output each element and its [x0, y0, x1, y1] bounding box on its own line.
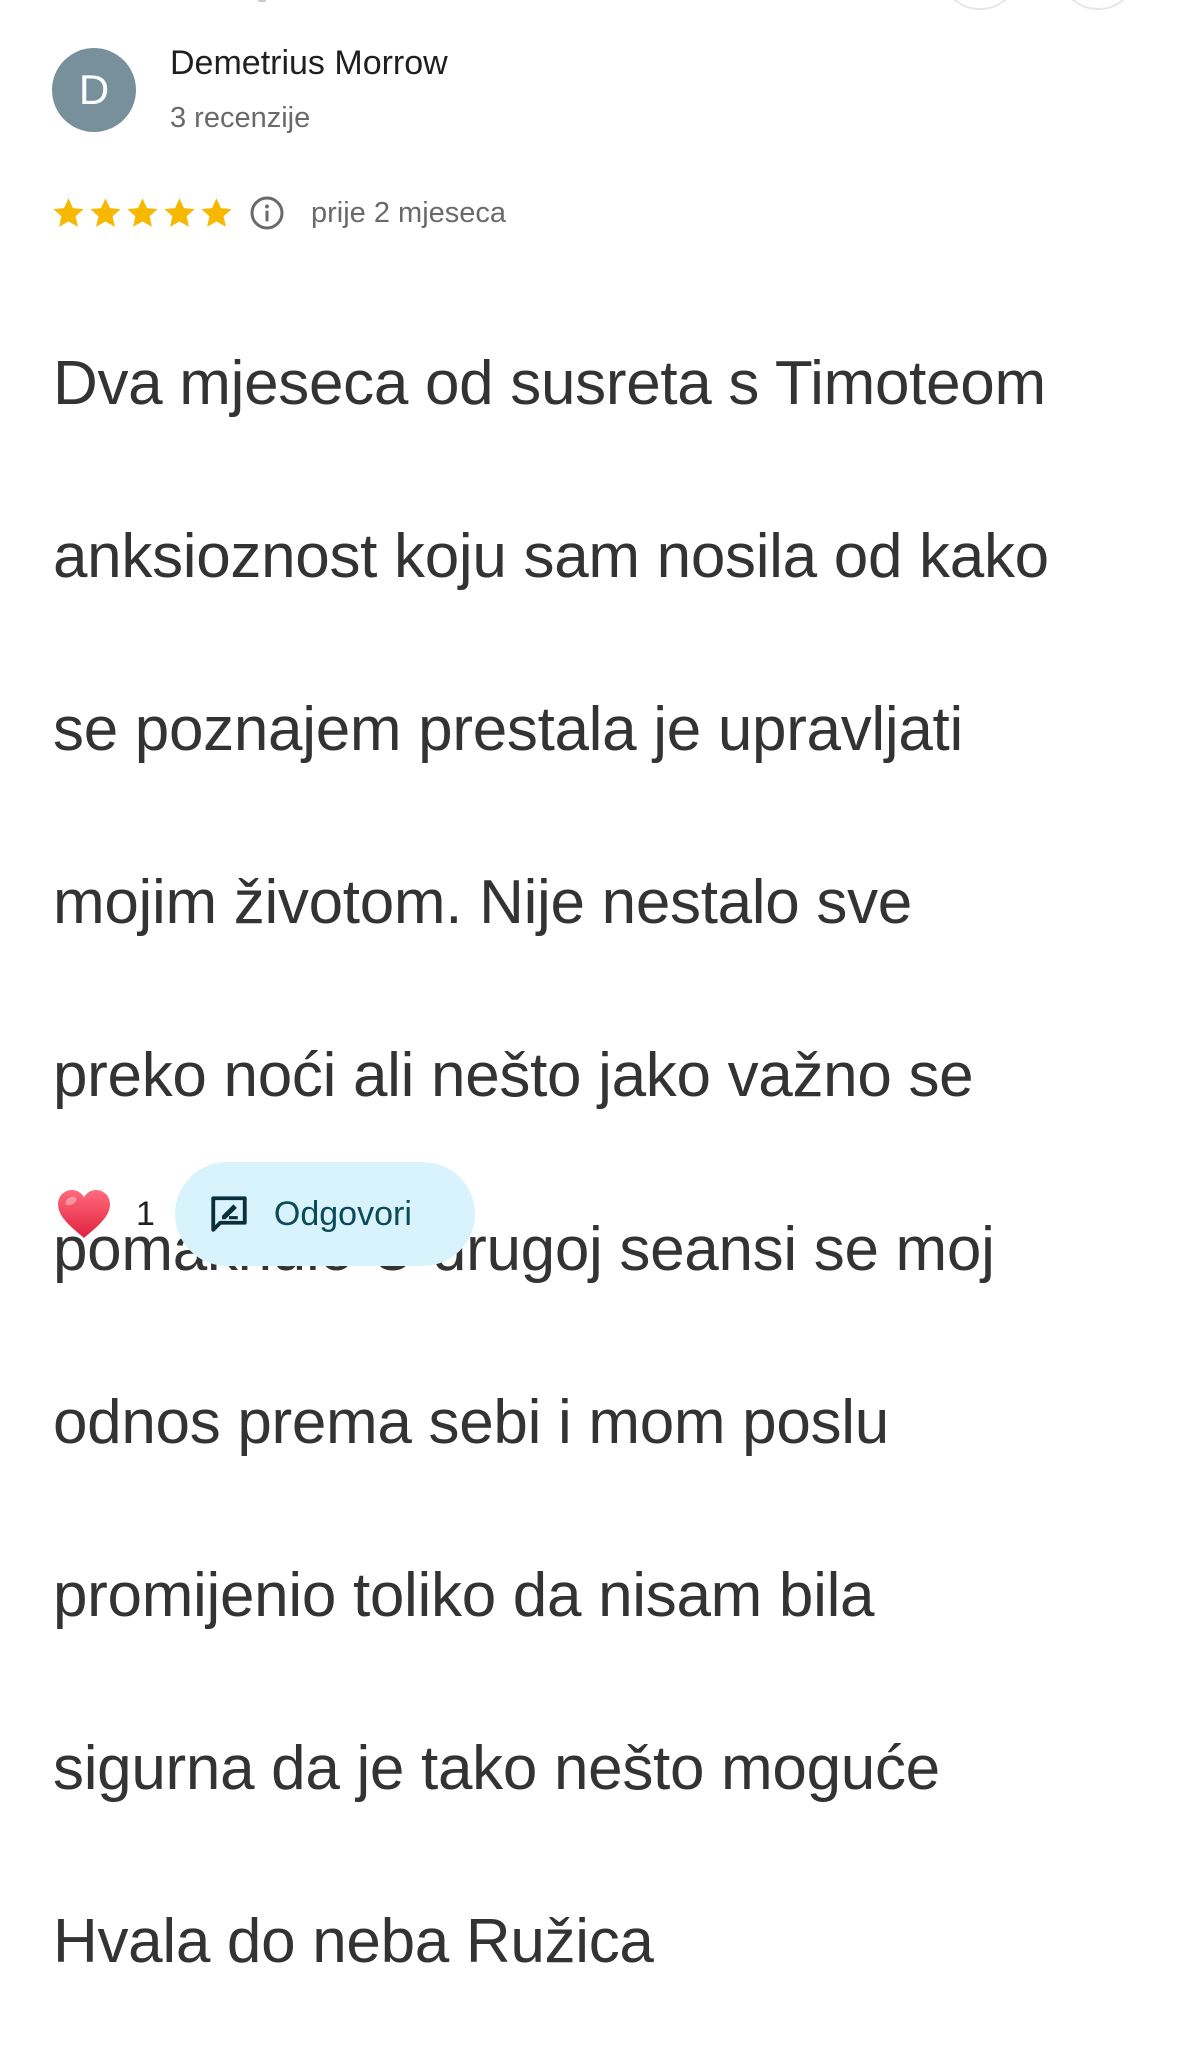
top-partial-mark [258, 0, 266, 2]
review-text-line: Hvala do neba Ružica [53, 1907, 654, 1977]
review-text-line: preko noći ali nešto jako važno se [53, 1041, 974, 1111]
heart-icon [58, 1190, 110, 1238]
star-icon [164, 197, 195, 227]
review-date: prije 2 mjeseca [311, 196, 507, 229]
star-icon [127, 197, 158, 227]
info-circle-icon[interactable] [249, 195, 285, 231]
reply-label: Odgovori [273, 1194, 412, 1233]
star-icon [90, 197, 121, 227]
star-icon [201, 197, 232, 227]
reply-button[interactable]: Odgovori [174, 1162, 475, 1266]
rating-row: prije 2 mjeseca [50, 190, 506, 236]
like-count: 1 [136, 1194, 155, 1233]
star-rating [50, 195, 235, 232]
like-button[interactable]: 1 [56, 1188, 155, 1240]
review-text-line: odnos prema sebi i mom poslu [53, 1387, 889, 1457]
review-text-line: sigurna da je tako nešto moguće [53, 1734, 940, 1804]
review-actions: 1 Odgovori [56, 1162, 475, 1266]
reply-icon [211, 1196, 247, 1232]
review-text-line: mojim životom. Nije nestalo sve [53, 868, 912, 938]
avatar[interactable]: D [52, 48, 136, 132]
avatar-letter: D [78, 66, 110, 113]
review-text-line: se poznajem prestala je upravljati [53, 694, 963, 764]
review-text-line: promijenio toliko da nisam bila [53, 1560, 875, 1630]
author-review-count: 3 recenzije [170, 102, 311, 134]
top-action-button-right[interactable] [1058, 0, 1138, 10]
author-name[interactable]: Demetrius Morrow [170, 44, 448, 83]
top-action-button-left[interactable] [940, 0, 1020, 10]
review-text-line: Dva mjeseca od susreta s Timoteom [53, 348, 1046, 418]
review-text-line: anksioznost koju sam nosila od kako [53, 521, 1049, 591]
star-icon [53, 197, 84, 227]
